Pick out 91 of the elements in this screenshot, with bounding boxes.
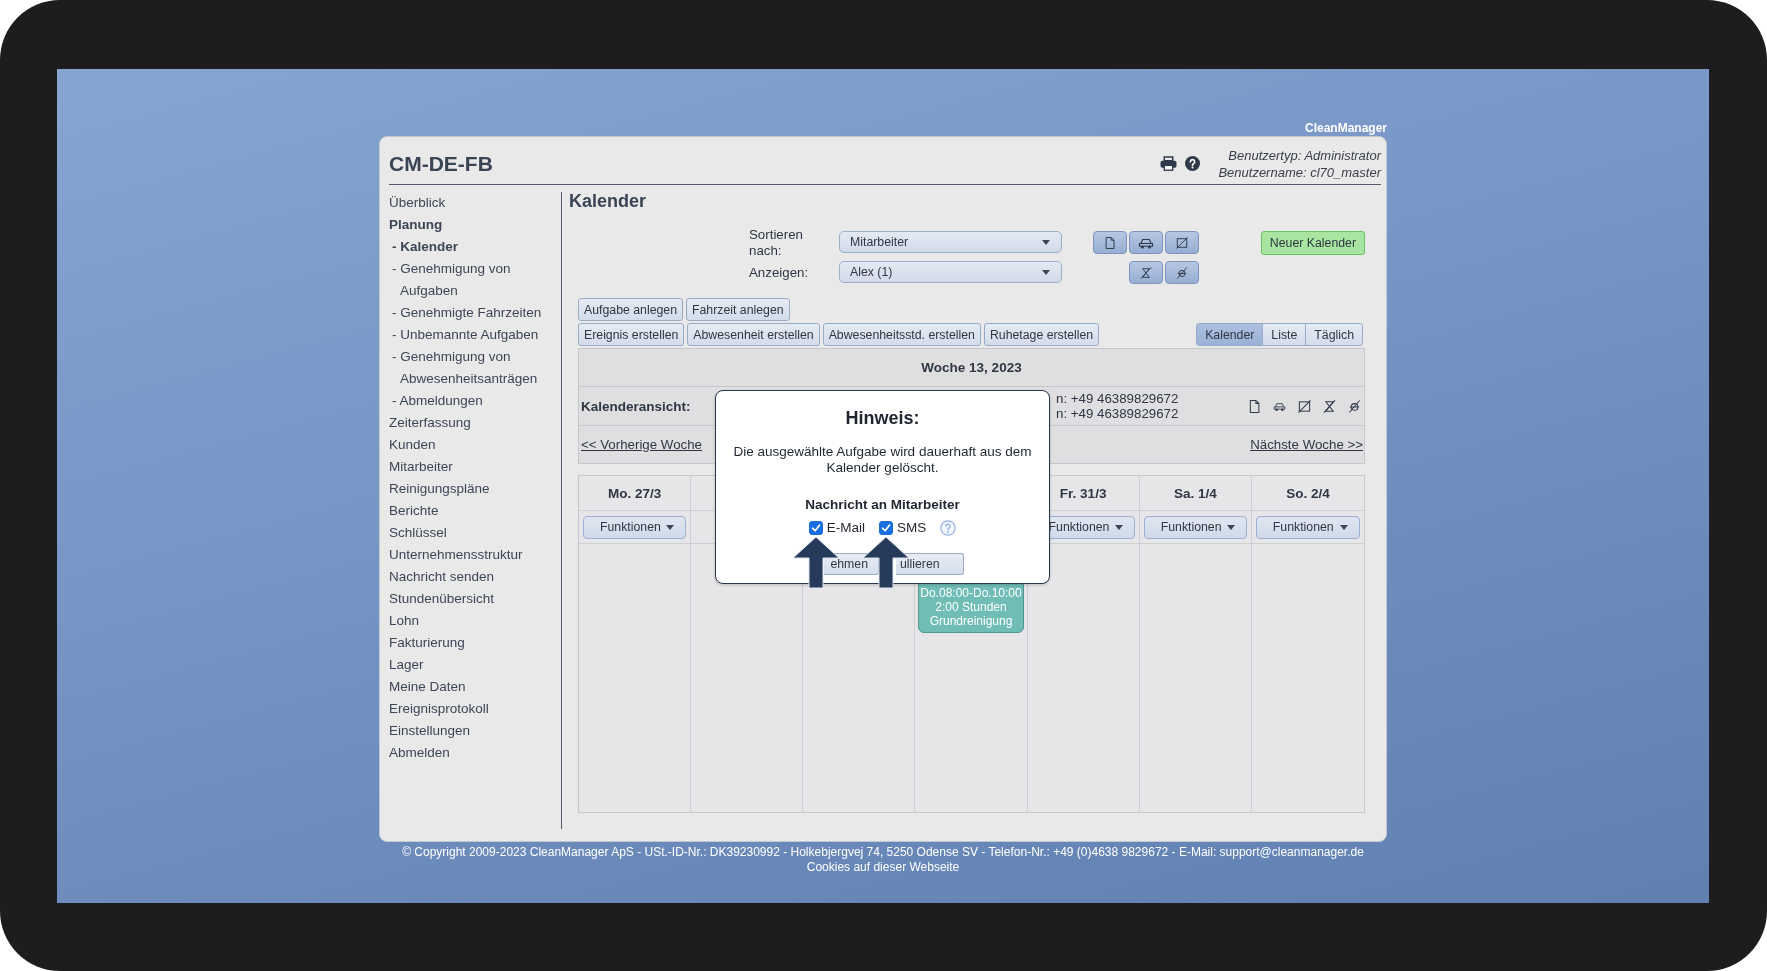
view-tab[interactable]: Liste	[1262, 323, 1307, 346]
sidebar-item[interactable]: Kunden	[389, 434, 436, 456]
action-button[interactable]: Abwesenheit erstellen	[687, 323, 820, 346]
calendar-view-label: Kalenderansicht:	[581, 398, 692, 414]
caret-icon	[1226, 524, 1235, 530]
checkbox[interactable]	[808, 521, 823, 535]
user-name-text: Benutzername: cl70_master	[1218, 163, 1381, 181]
caret-icon	[1114, 524, 1123, 530]
functions-dropdown[interactable]: Funktionen	[583, 515, 687, 539]
dialog-message: Die ausgewählte Aufgabe wird dauerhaft aus dem Kalender gelöscht.	[732, 444, 1033, 476]
sidebar-item[interactable]: Berichte	[389, 500, 439, 522]
printer-icon[interactable]	[1160, 156, 1178, 171]
action-button[interactable]: Aufgabe anlegen	[578, 298, 683, 321]
document-button[interactable]	[1093, 231, 1127, 254]
sidebar-item[interactable]: - Kalender	[389, 236, 459, 258]
slashed-hourglass-button[interactable]	[1129, 261, 1163, 284]
day-header: Sa. 1/4	[1173, 485, 1217, 501]
dialog-section-label: Nachricht an Mitarbeiter	[805, 497, 960, 513]
checkbox-label[interactable]: SMS	[897, 520, 927, 536]
brand-label: CleanManager	[1304, 121, 1387, 135]
sidebar-item[interactable]: Meine Daten	[389, 676, 466, 698]
sidebar-item[interactable]: - Genehmigung von Aufgaben	[389, 258, 558, 302]
sidebar-item[interactable]: - Abmeldungen	[389, 390, 484, 412]
action-button[interactable]: Fahrzeit anlegen	[686, 298, 790, 321]
new-calendar-button[interactable]: Neuer Kalender	[1260, 231, 1365, 255]
slashed-square-button[interactable]	[1165, 231, 1199, 254]
action-button[interactable]: Abwesenheitsstd. erstellen	[822, 323, 981, 346]
dialog-title: Hinweis:	[845, 407, 920, 429]
app-title: CM-DE-FB	[389, 150, 493, 177]
dialog-button[interactable]: ullieren	[896, 553, 964, 575]
event-time: Do.08:00-Do.10:00	[920, 586, 1022, 600]
caret-icon	[666, 524, 675, 530]
day-header: Fr. 31/3	[1059, 485, 1107, 501]
document-icon	[1104, 236, 1116, 249]
sidebar-item[interactable]: Stundenübersicht	[389, 588, 495, 610]
previous-week-link[interactable]: << Vorherige Woche	[581, 437, 702, 452]
sidebar-item[interactable]: Planung	[389, 214, 443, 236]
select-dropdown[interactable]: Mitarbeiter	[839, 231, 1062, 253]
select-dropdown[interactable]: Alex (1)	[839, 261, 1062, 283]
event-duration: 2:00 Stunden	[935, 600, 1007, 614]
slashed-circle-button[interactable]	[1165, 261, 1199, 284]
view-tab[interactable]: Kalender	[1196, 323, 1264, 346]
car-button[interactable]	[1129, 231, 1163, 254]
sidebar-item[interactable]: - Genehmigte Fahrzeiten	[389, 302, 542, 324]
event-title: Grundreinigung	[929, 614, 1013, 628]
slashed-hourglass-icon	[1323, 399, 1336, 413]
day-header: So. 2/4	[1286, 485, 1330, 501]
checkbox-label[interactable]: E-Mail	[826, 520, 865, 536]
caret-icon	[1340, 524, 1348, 530]
day-header: Mo. 27/3	[607, 485, 662, 501]
view-tab[interactable]: Täglich	[1305, 323, 1363, 346]
filter-label: Sortieren nach:	[749, 227, 804, 259]
copyright-text: © Copyright 2009-2023 CleanManager ApS - USt.-ID-Nr.: DK39230992 - Holkebjergvej 74, 5250 Odense SV - Telefon-Nr.: +49 (0)4638 9829672 - E-Mail: support@cleanmanager.de	[402, 845, 1364, 860]
sidebar-item[interactable]: Ereignisprotokoll	[389, 698, 489, 720]
sidebar-item[interactable]: Abmelden	[389, 742, 450, 764]
action-button[interactable]: Ruhetage erstellen	[983, 323, 1100, 346]
slashed-circle-icon	[1348, 399, 1361, 413]
sidebar-item[interactable]: - Unbemannte Aufgaben	[389, 324, 539, 346]
sidebar-item[interactable]: Lohn	[389, 610, 420, 632]
car-icon	[1138, 236, 1154, 249]
caret-icon	[1042, 269, 1050, 275]
sidebar-item[interactable]: Lager	[389, 654, 424, 676]
action-button[interactable]: Ereignis erstellen	[578, 323, 685, 346]
filter-label: Anzeigen:	[749, 264, 810, 282]
sidebar-item[interactable]: Einstellungen	[389, 720, 471, 742]
sidebar-item[interactable]: Unternehmensstruktur	[389, 544, 523, 566]
next-week-link[interactable]: Nächste Woche >>	[1250, 437, 1363, 452]
functions-dropdown[interactable]: Funktionen	[1143, 515, 1247, 539]
functions-dropdown[interactable]: Funktionen	[1255, 515, 1360, 539]
checkbox[interactable]	[879, 521, 893, 535]
cookies-link[interactable]: Cookies auf dieser Webseite	[806, 859, 960, 874]
week-title: Woche 13, 2023	[921, 360, 1022, 375]
help-icon[interactable]	[1185, 156, 1201, 171]
document-icon	[1248, 399, 1261, 413]
sidebar-item[interactable]: Überblick	[389, 192, 446, 214]
slashed-circle-icon	[1176, 266, 1188, 279]
sidebar-item[interactable]: Fakturierung	[389, 632, 465, 654]
slashed-square-icon	[1298, 399, 1311, 413]
sidebar-item[interactable]: Mitarbeiter	[389, 456, 453, 478]
caret-icon	[1042, 239, 1050, 245]
page-heading: Kalender	[569, 190, 648, 212]
sidebar-item[interactable]: Zeiterfassung	[389, 412, 471, 434]
sidebar-item[interactable]: Schlüssel	[389, 522, 447, 544]
user-type-text: Benutzertyp: Administrator	[1228, 146, 1381, 164]
sidebar-item[interactable]: Nachricht senden	[389, 566, 495, 588]
sidebar-item[interactable]: - Genehmigung von Abwesenheitsanträgen	[389, 346, 558, 390]
contact-phone-text: n: +49 46389829672	[1056, 406, 1179, 421]
slashed-hourglass-icon	[1140, 266, 1152, 279]
contact-phone-text: n: +49 46389829672	[1056, 391, 1179, 406]
sidebar-item[interactable]: Reinigungspläne	[389, 478, 490, 500]
slashed-square-icon	[1176, 236, 1188, 249]
